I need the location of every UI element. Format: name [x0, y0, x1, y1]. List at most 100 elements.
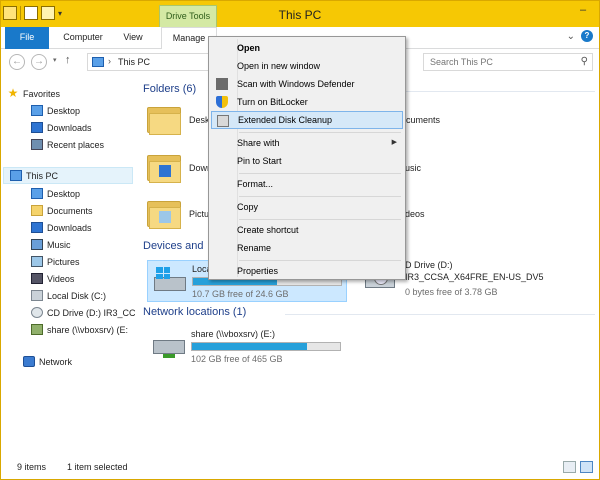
- explorer-window: ▾ Drive Tools This PC – File Computer Vi…: [0, 0, 600, 480]
- folder-tile-documents[interactable]: ocuments: [401, 115, 440, 125]
- downloads-icon: [31, 222, 43, 233]
- videos-icon: [31, 273, 43, 284]
- drive-usage-bar: [191, 342, 341, 351]
- tab-computer[interactable]: Computer: [57, 27, 109, 49]
- search-icon[interactable]: ⚲: [581, 56, 588, 67]
- tab-view[interactable]: View: [113, 27, 153, 49]
- back-button[interactable]: ←: [9, 54, 25, 70]
- nav-item-label: Network: [39, 356, 73, 367]
- drive-free-space: 10.7 GB free of 24.6 GB: [192, 289, 289, 299]
- menu-separator: [239, 173, 401, 174]
- folder-tile-pictures[interactable]: Pictu: [147, 199, 209, 229]
- drive-free-space: 0 bytes free of 3.78 GB: [405, 287, 498, 297]
- drive-name: D Drive (D:): [405, 260, 453, 270]
- nav-item-label: Documents: [47, 205, 93, 216]
- network-drive-icon: [31, 324, 43, 335]
- nav-item-label: share (\\vboxsrv) (E:: [47, 324, 129, 335]
- tab-file[interactable]: File: [5, 27, 49, 49]
- pictures-folder-icon: [147, 199, 181, 229]
- nav-item-share[interactable]: share (\\vboxsrv) (E:: [31, 321, 135, 338]
- menu-item-label: Turn on BitLocker: [237, 97, 308, 107]
- nav-item-label: CD Drive (D:) IR3_CC: [47, 307, 135, 318]
- search-input[interactable]: [424, 54, 574, 70]
- nav-this-pc[interactable]: This PC: [3, 167, 133, 184]
- menu-item-format[interactable]: Format...: [211, 175, 403, 193]
- cd-drive-icon: [31, 307, 43, 318]
- help-icon[interactable]: ?: [581, 30, 593, 42]
- nav-item-label: Downloads: [47, 222, 92, 233]
- drive-free-space: 102 GB free of 465 GB: [191, 354, 283, 364]
- window-title: This PC: [278, 8, 322, 22]
- menu-item-label: Scan with Windows Defender: [237, 79, 355, 89]
- folder-tile-videos[interactable]: deos: [405, 209, 425, 219]
- group-header-network[interactable]: Network locations (1): [143, 306, 246, 318]
- folder-label: Pictu: [189, 209, 210, 219]
- folder-tile-downloads[interactable]: Down: [147, 153, 212, 183]
- nav-favorites[interactable]: ★ Favorites: [7, 85, 139, 102]
- menu-item-bitlocker[interactable]: Turn on BitLocker: [211, 93, 403, 111]
- search-box: ⚲: [423, 53, 593, 71]
- menu-item-scan-defender[interactable]: Scan with Windows Defender: [211, 75, 403, 93]
- downloads-folder-icon: [147, 153, 181, 183]
- nav-item-cd-drive[interactable]: CD Drive (D:) IR3_CC: [31, 304, 135, 321]
- menu-separator: [239, 260, 401, 261]
- nav-item-label: Pictures: [47, 256, 80, 267]
- nav-item-label: Desktop: [47, 105, 81, 116]
- nav-item-label: Music: [47, 239, 71, 250]
- nav-item-label: Videos: [47, 273, 75, 284]
- nav-item-label: This PC: [26, 170, 59, 181]
- menu-item-share-with[interactable]: Share with ▶: [211, 134, 403, 152]
- menu-item-extended-disk-cleanup[interactable]: Extended Disk Cleanup: [211, 111, 403, 129]
- context-menu: Open Open in new window Scan with Window…: [208, 36, 406, 280]
- menu-item-open-new-window[interactable]: Open in new window: [211, 57, 403, 75]
- folder-tile-music[interactable]: usic: [405, 163, 421, 173]
- hard-drive-icon: [31, 290, 43, 301]
- drive-name: share (\\vboxsrv) (E:): [191, 329, 276, 339]
- large-icons-view-icon[interactable]: [580, 461, 593, 473]
- nav-item-label: Favorites: [23, 88, 61, 99]
- breadcrumb-separator-icon[interactable]: ›: [108, 56, 111, 66]
- nav-item-label: Local Disk (C:): [47, 290, 107, 301]
- expand-ribbon-chevron-icon[interactable]: ⌄: [567, 31, 575, 42]
- recent-locations-chevron-icon[interactable]: ▾: [53, 56, 57, 64]
- title-bar: ▾ Drive Tools This PC –: [1, 1, 599, 27]
- view-switcher: [563, 461, 593, 473]
- documents-icon: [31, 205, 43, 216]
- music-icon: [31, 239, 43, 250]
- star-icon: ★: [7, 86, 19, 100]
- disk-cleanup-icon: [217, 115, 229, 127]
- navigation-pane: ★ Favorites Desktop Downloads Recent pla…: [1, 77, 137, 457]
- group-header-folders[interactable]: Folders (6): [143, 83, 196, 95]
- folder-tile-desktop[interactable]: Deskt: [147, 105, 212, 135]
- network-drive-icon: [153, 332, 185, 358]
- nav-network[interactable]: Network: [23, 353, 155, 370]
- group-divider: [285, 314, 595, 315]
- menu-item-copy[interactable]: Copy: [211, 198, 403, 216]
- item-count: 9 items: [17, 462, 47, 472]
- menu-item-create-shortcut[interactable]: Create shortcut: [211, 221, 403, 239]
- up-button[interactable]: ↑: [65, 54, 71, 66]
- uac-shield-icon: [216, 96, 228, 108]
- windows-drive-icon: [154, 267, 186, 291]
- details-view-icon[interactable]: [563, 461, 576, 473]
- menu-item-rename[interactable]: Rename: [211, 239, 403, 257]
- drive-volume-label: IR3_CCSA_X64FRE_EN-US_DV5: [405, 272, 544, 282]
- menu-separator: [239, 196, 401, 197]
- desktop-icon: [31, 188, 43, 199]
- network-icon: [23, 356, 35, 367]
- menu-item-properties[interactable]: Properties: [211, 262, 403, 280]
- menu-item-label: Share with: [237, 138, 280, 148]
- breadcrumb-this-pc[interactable]: This PC: [118, 57, 150, 67]
- this-pc-icon: [10, 170, 22, 181]
- menu-item-open[interactable]: Open: [211, 39, 403, 57]
- drive-tile-share[interactable]: share (\\vboxsrv) (E:) 102 GB free of 46…: [147, 326, 357, 368]
- windows-defender-icon: [216, 78, 228, 90]
- folder-label: ocuments: [401, 115, 441, 125]
- forward-button[interactable]: →: [31, 54, 47, 70]
- group-header-devices[interactable]: Devices and: [143, 240, 204, 252]
- selection-count: 1 item selected: [67, 462, 128, 472]
- folder-icon: [147, 105, 181, 135]
- menu-item-pin-to-start[interactable]: Pin to Start: [211, 152, 403, 170]
- minimize-button[interactable]: –: [575, 4, 591, 20]
- this-pc-icon: [92, 57, 104, 67]
